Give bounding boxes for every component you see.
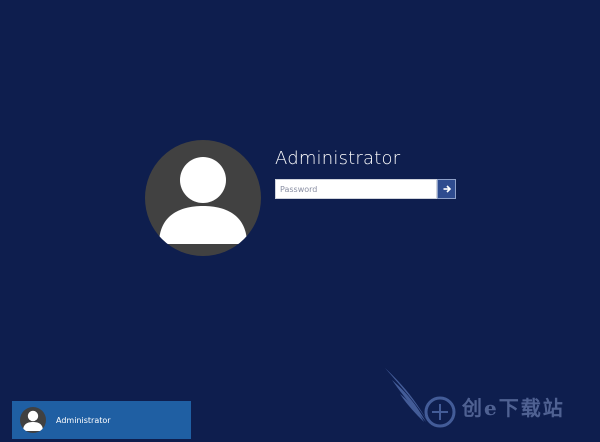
arrow-right-icon <box>443 185 451 193</box>
watermark-text: 创e下载站 <box>462 396 565 420</box>
password-row <box>275 179 456 199</box>
login-username: Administrator <box>275 148 401 169</box>
user-avatar-icon <box>23 410 43 431</box>
user-silhouette-icon <box>159 157 247 244</box>
user-tile-label: Administrator <box>56 415 111 425</box>
submit-button[interactable] <box>437 179 456 199</box>
user-avatar-large <box>145 140 261 256</box>
user-avatar-small <box>20 407 46 433</box>
password-input[interactable] <box>275 179 437 199</box>
user-tile-administrator[interactable]: Administrator <box>12 401 191 439</box>
